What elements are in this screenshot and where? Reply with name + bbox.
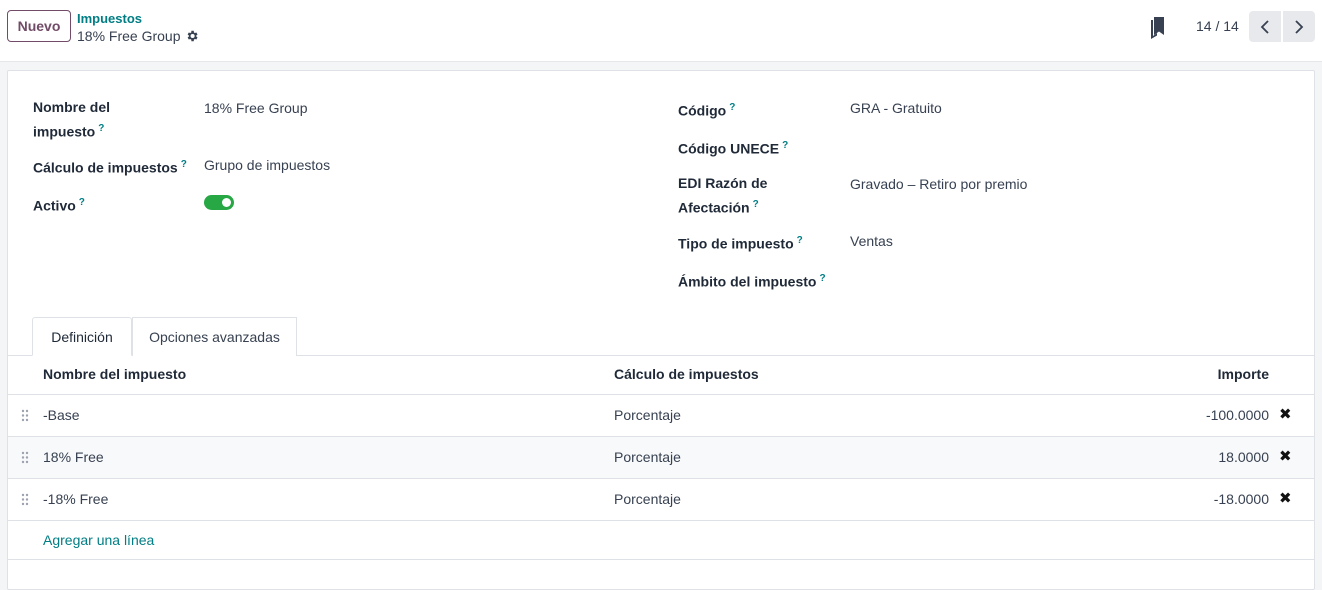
- table-row[interactable]: -Base Porcentaje -100.0000 ✖: [8, 395, 1314, 437]
- tax-computation-label: Cálculo de impuestos?: [33, 154, 187, 179]
- active-label-text: Activo: [33, 197, 76, 214]
- table-row[interactable]: -18% Free Porcentaje -18.0000 ✖: [8, 479, 1314, 521]
- tax-scope-label: Ámbito del impuesto?: [678, 268, 826, 293]
- table-row[interactable]: 18% Free Porcentaje 18.0000 ✖: [8, 437, 1314, 479]
- delete-icon[interactable]: ✖: [1279, 491, 1292, 506]
- tax-name-label-line1: Nombre del: [33, 99, 111, 115]
- row-amount[interactable]: 18.0000: [1218, 449, 1269, 465]
- row-computation[interactable]: Porcentaje: [614, 449, 681, 465]
- code-field[interactable]: GRA - Gratuito: [850, 98, 942, 119]
- toggle-knob: [222, 198, 231, 207]
- bookmark-icon[interactable]: [1150, 17, 1166, 39]
- help-icon[interactable]: ?: [819, 273, 825, 284]
- row-name[interactable]: -18% Free: [43, 491, 108, 507]
- row-amount[interactable]: -100.0000: [1206, 407, 1269, 423]
- delete-icon[interactable]: ✖: [1279, 449, 1292, 464]
- record-title: 18% Free Group: [77, 28, 181, 44]
- help-icon[interactable]: ?: [729, 102, 735, 113]
- tax-computation-label-text: Cálculo de impuestos: [33, 159, 178, 176]
- row-amount[interactable]: -18.0000: [1214, 491, 1269, 507]
- delete-icon[interactable]: ✖: [1279, 407, 1292, 422]
- active-toggle[interactable]: [204, 195, 234, 210]
- tax-type-field[interactable]: Ventas: [850, 231, 893, 252]
- tab-definition[interactable]: Definición: [32, 317, 132, 356]
- tax-name-label-line2: impuesto: [33, 123, 96, 140]
- edi-reason-field[interactable]: Gravado – Retiro por premio: [850, 174, 1027, 195]
- table-header: Nombre del impuesto Cálculo de impuestos…: [8, 356, 1314, 395]
- chevron-right-icon: [1295, 19, 1304, 34]
- drag-handle-icon[interactable]: [21, 451, 29, 464]
- tax-computation-field[interactable]: Grupo de impuestos: [204, 155, 330, 176]
- tax-type-label-text: Tipo de impuesto: [678, 235, 794, 252]
- pager-next-button[interactable]: [1283, 11, 1315, 42]
- active-label: Activo?: [33, 192, 85, 217]
- tax-name-label: Nombre del impuesto?: [33, 97, 110, 143]
- row-computation[interactable]: Porcentaje: [614, 407, 681, 423]
- tax-name-field[interactable]: 18% Free Group: [204, 98, 308, 119]
- help-icon[interactable]: ?: [98, 123, 104, 134]
- new-button[interactable]: Nuevo: [7, 10, 71, 42]
- gear-icon[interactable]: [185, 29, 199, 43]
- form-sheet: Nombre del impuesto? 18% Free Group Cálc…: [7, 70, 1315, 590]
- code-label: Código?: [678, 97, 735, 122]
- tax-scope-label-text: Ámbito del impuesto: [678, 273, 817, 290]
- table-bottom-divider: [8, 559, 1314, 560]
- control-panel: Nuevo Impuestos 18% Free Group 14 / 14: [0, 0, 1322, 62]
- help-icon[interactable]: ?: [181, 159, 187, 170]
- edi-reason-label-line1: EDI Razón de: [678, 175, 768, 191]
- chevron-left-icon: [1260, 19, 1269, 34]
- column-header-amount[interactable]: Importe: [1218, 366, 1269, 382]
- help-icon[interactable]: ?: [797, 235, 803, 246]
- breadcrumb-parent[interactable]: Impuestos: [77, 11, 142, 26]
- edi-reason-label-line2: Afectación: [678, 199, 750, 216]
- code-label-text: Código: [678, 102, 727, 119]
- unece-label-text: Código UNECE: [678, 140, 780, 157]
- help-icon[interactable]: ?: [782, 140, 788, 151]
- column-header-computation[interactable]: Cálculo de impuestos: [614, 366, 759, 382]
- row-name[interactable]: -Base: [43, 407, 80, 423]
- add-line-link[interactable]: Agregar una línea: [43, 532, 154, 548]
- tab-advanced-options[interactable]: Opciones avanzadas: [132, 317, 297, 356]
- tax-type-label: Tipo de impuesto?: [678, 230, 803, 255]
- row-computation[interactable]: Porcentaje: [614, 491, 681, 507]
- column-header-name[interactable]: Nombre del impuesto: [43, 366, 186, 382]
- drag-handle-icon[interactable]: [21, 409, 29, 422]
- pager-previous-button[interactable]: [1249, 11, 1281, 42]
- breadcrumb-current: 18% Free Group: [77, 28, 199, 44]
- edi-reason-label: EDI Razón de Afectación?: [678, 173, 767, 219]
- pager-value[interactable]: 14 / 14: [1196, 18, 1239, 34]
- drag-handle-icon[interactable]: [21, 493, 29, 506]
- help-icon[interactable]: ?: [79, 197, 85, 208]
- help-icon[interactable]: ?: [753, 199, 759, 210]
- unece-label: Código UNECE?: [678, 135, 788, 160]
- row-name[interactable]: 18% Free: [43, 449, 104, 465]
